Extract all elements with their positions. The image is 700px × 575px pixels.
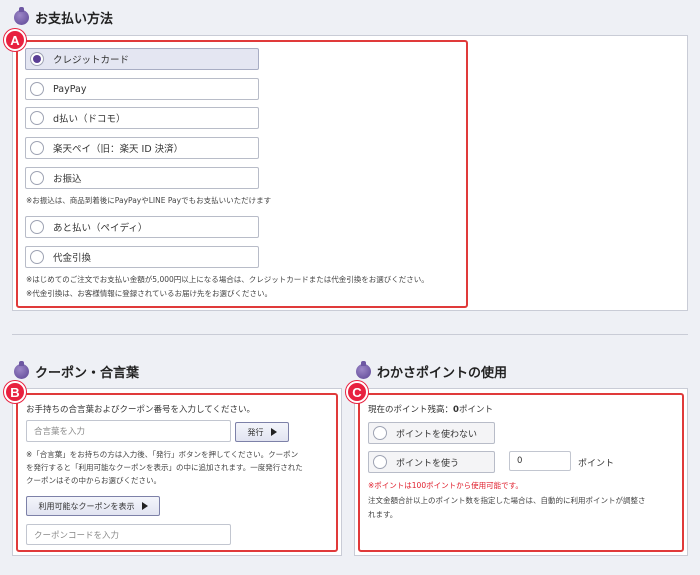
option-label: ポイントを使う: [396, 458, 460, 469]
radio-icon[interactable]: [30, 250, 44, 264]
points-title-text: わかさポイントの使用: [377, 366, 508, 381]
transfer-note: ※お振込は、商品到着後にPayPayやLINE Payでもお支払いいただけます: [26, 196, 272, 205]
marker-b: B: [4, 381, 26, 403]
payment-option-rakuten-pay[interactable]: 楽天ペイ（旧：楽天 ID 決済）: [25, 137, 259, 159]
points-option-use[interactable]: ポイントを使う: [368, 451, 495, 473]
marker-a: A: [4, 29, 26, 51]
marker-c: C: [346, 381, 368, 403]
aikotoba-input[interactable]: 合言葉を入力: [26, 420, 231, 442]
coupon-note-line3: クーポンはその中からお選びください。: [26, 476, 161, 485]
payment-option-cod[interactable]: 代金引換: [25, 246, 259, 268]
radio-icon[interactable]: [30, 220, 44, 234]
balance-label: 現在のポイント残高：: [368, 405, 454, 415]
radio-icon[interactable]: [30, 171, 44, 185]
radio-icon[interactable]: [30, 82, 44, 96]
points-balance: 現在のポイント残高：0ポイント: [368, 403, 493, 415]
issue-button-label: 発行: [247, 427, 264, 437]
points-warning: ※ポイントは100ポイントから使用可能です。: [368, 481, 523, 490]
option-label: お振込: [53, 174, 82, 185]
play-arrow-icon: [141, 502, 148, 510]
option-label: ポイントを使わない: [396, 429, 478, 440]
coupon-note-line2: を発行すると「利用可能なクーポンを表示」の中に追加されます。一度発行された: [26, 463, 303, 472]
payment-option-d-barai[interactable]: d払い（ドコモ）: [25, 107, 259, 129]
radio-icon[interactable]: [30, 141, 44, 155]
coupon-section-title: クーポン・合言葉: [14, 361, 140, 381]
grape-icon: [14, 7, 29, 25]
option-label: 代金引換: [53, 253, 92, 264]
option-label: PayPay: [53, 83, 87, 95]
play-arrow-icon: [270, 428, 277, 436]
coupon-title-text: クーポン・合言葉: [35, 366, 140, 381]
coupon-instruction: お手持ちの合言葉およびクーポン番号を入力してください。: [26, 405, 255, 415]
cod-note: ※代金引換は、お客様情報に登録されているお届け先をお選びください。: [26, 289, 273, 298]
points-amount-unit: ポイント: [578, 459, 615, 469]
section-divider: [12, 334, 688, 335]
payment-title-text: お支払い方法: [35, 12, 114, 27]
payment-option-paypay[interactable]: PayPay: [25, 78, 259, 100]
payment-option-paidy[interactable]: あと払い（ペイディ）: [25, 216, 259, 238]
option-label: d払い（ドコモ）: [53, 114, 126, 125]
coupon-note-line1: ※「合言葉」をお持ちの方は入力後、「発行」ボタンを押してください。クーポン: [26, 450, 299, 459]
first-order-note: ※はじめてのご注文でお支払い金額が5,000円以上になる場合は、クレジットカード…: [26, 275, 429, 284]
points-amount-input[interactable]: 0: [509, 451, 571, 471]
option-label: クレジットカード: [53, 55, 130, 66]
issue-button[interactable]: 発行: [235, 422, 289, 442]
radio-icon[interactable]: [373, 426, 387, 440]
radio-icon[interactable]: [30, 52, 44, 66]
points-section-title: わかさポイントの使用: [356, 361, 508, 381]
points-note-line2: れます。: [368, 510, 398, 519]
option-label: あと払い（ペイディ）: [53, 223, 148, 234]
grape-icon: [356, 361, 371, 379]
coupon-code-input[interactable]: クーポンコードを入力: [26, 524, 231, 545]
points-option-no-use[interactable]: ポイントを使わない: [368, 422, 495, 444]
points-note-line1: 注文金額合計以上のポイント数を指定した場合は、自動的に利用ポイントが調整さ: [368, 496, 646, 505]
radio-icon[interactable]: [30, 111, 44, 125]
payment-option-credit-card[interactable]: クレジットカード: [25, 48, 259, 70]
radio-icon[interactable]: [373, 455, 387, 469]
payment-option-bank-transfer[interactable]: お振込: [25, 167, 259, 189]
payment-section-title: お支払い方法: [14, 7, 114, 27]
option-label: 楽天ペイ（旧：楽天 ID 決済）: [53, 144, 184, 155]
balance-unit: ポイント: [458, 405, 493, 415]
show-coupons-button[interactable]: 利用可能なクーポンを表示: [26, 496, 160, 516]
grape-icon: [14, 361, 29, 379]
show-coupons-label: 利用可能なクーポンを表示: [38, 501, 135, 511]
